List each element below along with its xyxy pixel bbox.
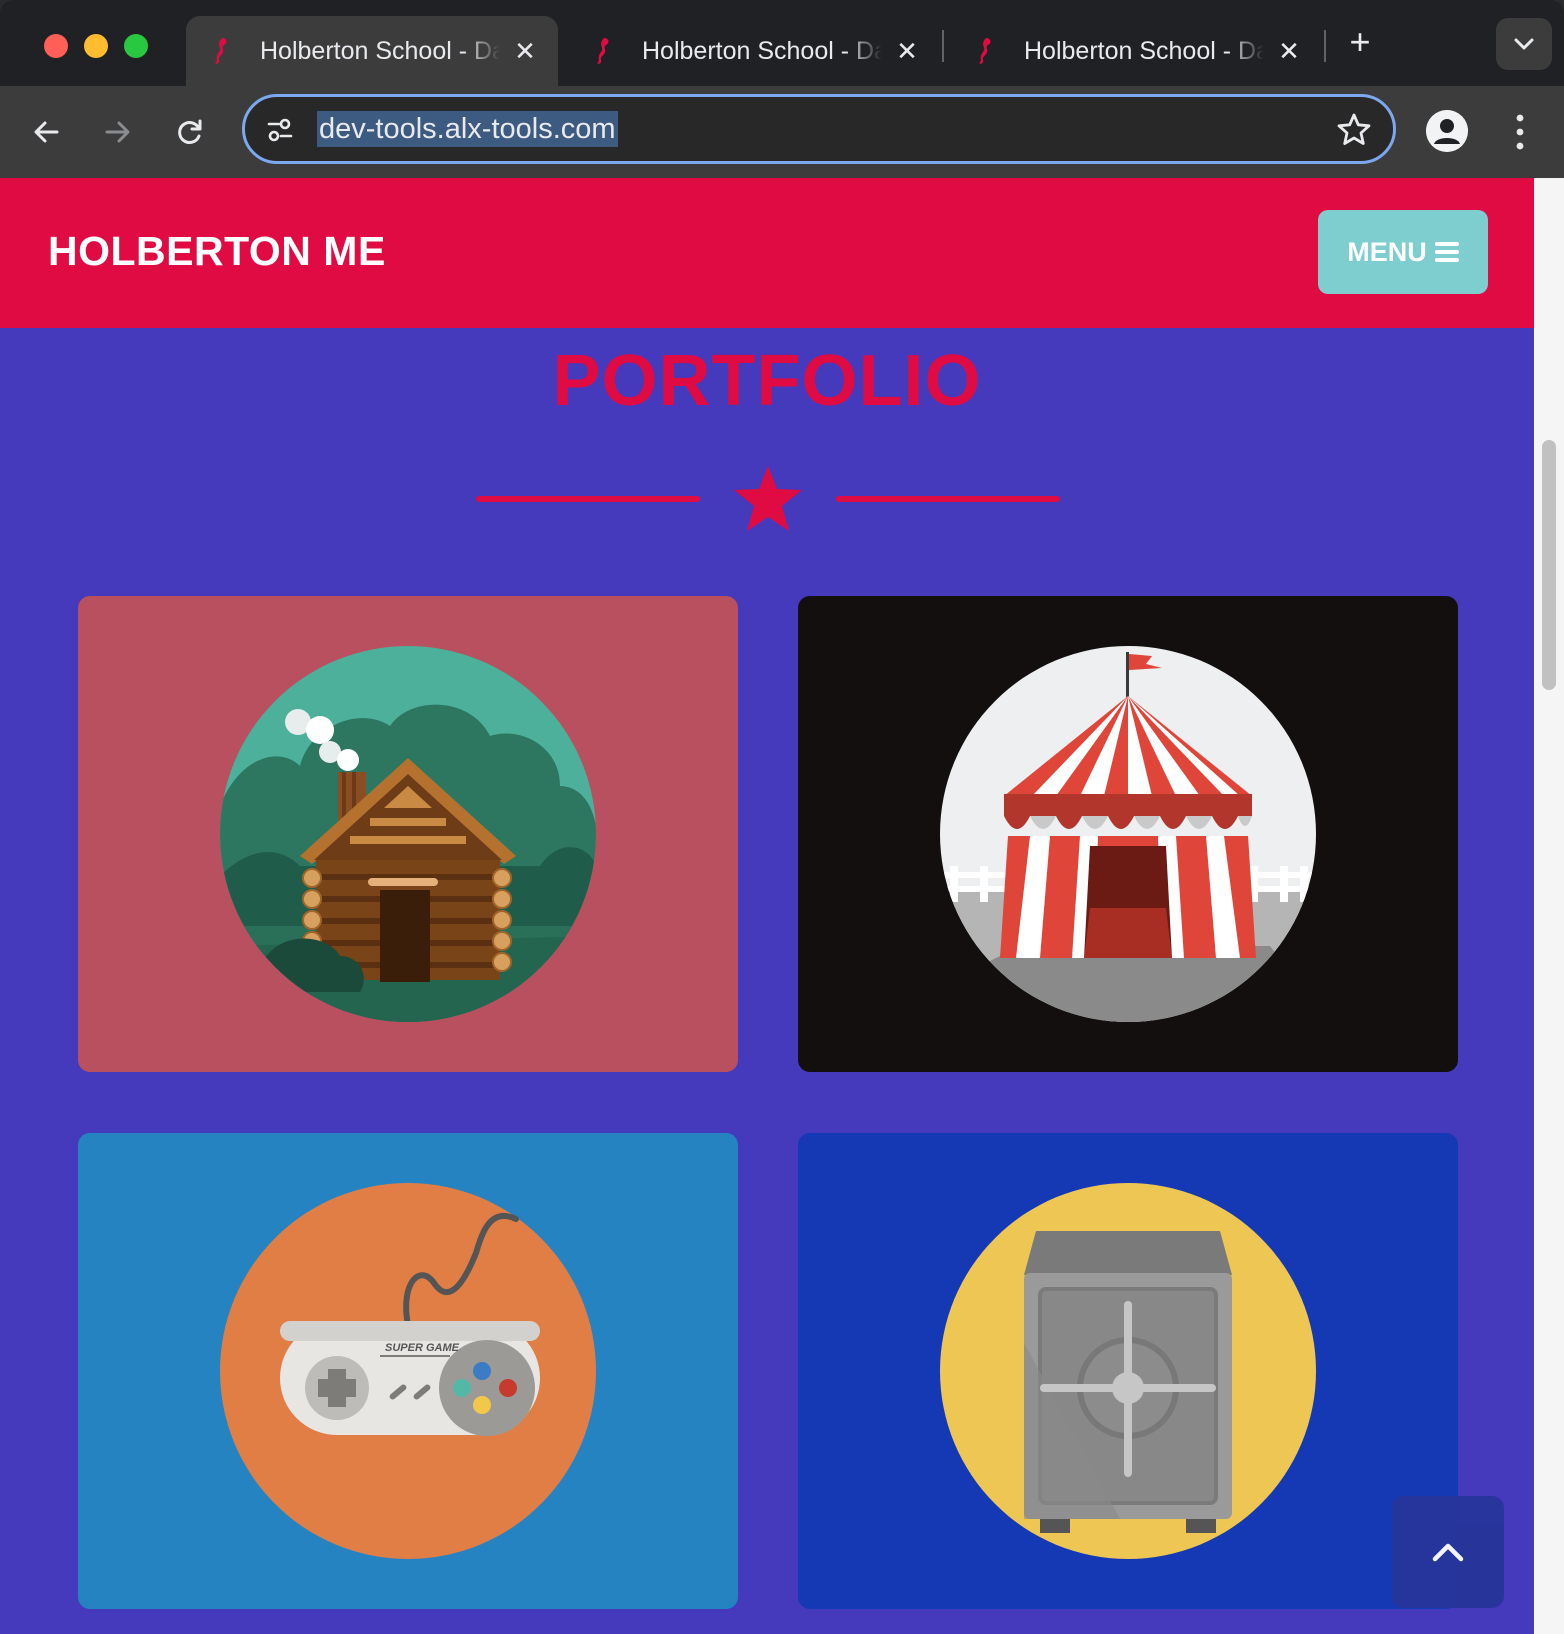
tab-title: Holberton School - Dashboard bbox=[642, 36, 882, 65]
scrollbar-track[interactable] bbox=[1534, 178, 1564, 1634]
tab-separator bbox=[1324, 30, 1326, 62]
tab-separator bbox=[942, 30, 944, 62]
chevron-down-icon bbox=[1514, 38, 1534, 50]
safe-image bbox=[940, 1183, 1316, 1559]
favicon-seahorse-icon bbox=[210, 36, 232, 66]
menu-button[interactable]: MENU bbox=[1318, 210, 1488, 294]
profile-icon[interactable] bbox=[1426, 110, 1468, 152]
back-button[interactable] bbox=[20, 106, 72, 158]
controller-label: SUPER GAME bbox=[385, 1342, 460, 1354]
close-icon[interactable]: ✕ bbox=[510, 36, 540, 66]
back-to-top-button[interactable] bbox=[1392, 1496, 1504, 1608]
game-controller-image: SUPER GAME bbox=[220, 1183, 596, 1559]
tab-3[interactable]: Holberton School - Dashboard ✕ bbox=[950, 16, 1312, 86]
section-title: PORTFOLIO bbox=[552, 341, 982, 421]
bookmark-star-icon[interactable] bbox=[1335, 111, 1373, 149]
tab-search-button[interactable] bbox=[1496, 18, 1552, 70]
close-window-button[interactable] bbox=[44, 34, 68, 58]
portfolio-item-circus-tent[interactable] bbox=[798, 596, 1458, 1072]
divider-line-right bbox=[836, 496, 1060, 502]
divider-line-left bbox=[476, 496, 700, 502]
chevron-up-icon bbox=[1432, 1543, 1464, 1562]
close-icon[interactable]: ✕ bbox=[1274, 36, 1304, 66]
tab-title: Holberton School - Dashboard bbox=[260, 36, 500, 65]
tab-2[interactable]: Holberton School - Dashboard ✕ bbox=[568, 16, 930, 86]
more-vertical-icon[interactable] bbox=[1508, 110, 1532, 154]
circus-tent-image bbox=[940, 646, 1316, 1022]
scrollbar-thumb[interactable] bbox=[1542, 440, 1556, 690]
tune-icon[interactable] bbox=[265, 115, 295, 145]
favicon-seahorse-icon bbox=[592, 36, 614, 66]
maximize-window-button[interactable] bbox=[124, 34, 148, 58]
close-icon[interactable]: ✕ bbox=[892, 36, 922, 66]
portfolio-item-safe[interactable] bbox=[798, 1133, 1458, 1609]
minimize-window-button[interactable] bbox=[84, 34, 108, 58]
tab-strip: Holberton School - Dashboard ✕ Holberton… bbox=[0, 0, 1564, 86]
page-viewport: HOLBERTON ME MENU PORTFOLIO SUPER GAME bbox=[0, 178, 1564, 1634]
browser-toolbar: dev-tools.alx-tools.com bbox=[0, 86, 1564, 178]
reload-button[interactable] bbox=[164, 106, 216, 158]
site-header: HOLBERTON ME MENU bbox=[0, 178, 1534, 328]
url-text[interactable]: dev-tools.alx-tools.com bbox=[317, 111, 618, 147]
favicon-seahorse-icon bbox=[974, 36, 996, 66]
tab-1[interactable]: Holberton School - Dashboard ✕ bbox=[186, 16, 558, 86]
forward-button[interactable] bbox=[92, 106, 144, 158]
address-bar[interactable]: dev-tools.alx-tools.com bbox=[242, 94, 1396, 164]
portfolio-item-log-cabin[interactable] bbox=[78, 596, 738, 1072]
site-brand[interactable]: HOLBERTON ME bbox=[48, 228, 386, 275]
back-arrow-icon bbox=[34, 121, 59, 143]
hamburger-icon bbox=[1434, 242, 1459, 262]
star-icon bbox=[734, 466, 802, 531]
tab-title: Holberton School - Dashboard bbox=[1024, 36, 1264, 65]
plus-icon[interactable]: + bbox=[1340, 21, 1380, 62]
menu-label: MENU bbox=[1347, 236, 1427, 267]
browser-window: Holberton School - Dashboard ✕ Holberton… bbox=[0, 0, 1564, 1634]
reload-icon bbox=[178, 119, 202, 144]
forward-arrow-icon bbox=[105, 121, 130, 143]
portfolio-item-game-controller[interactable]: SUPER GAME bbox=[78, 1133, 738, 1609]
log-cabin-image bbox=[220, 646, 596, 1022]
